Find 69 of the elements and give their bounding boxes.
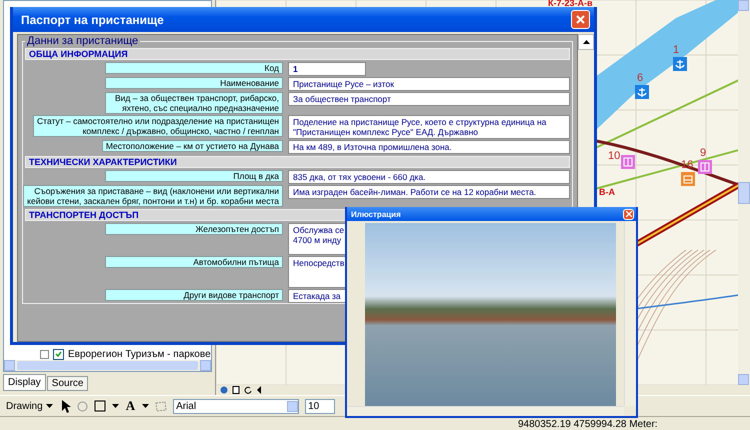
window-title: Илюстрация (351, 210, 401, 218)
anchor-icon (675, 58, 685, 70)
marker-number: 16 (681, 159, 694, 171)
caret-icon (46, 404, 53, 408)
page-icon[interactable] (232, 386, 240, 394)
tab[interactable]: Display (3, 374, 46, 391)
field-label: Други видове транспорт (105, 289, 283, 301)
left-arrow-icon[interactable] (256, 386, 262, 394)
close-button[interactable] (623, 208, 634, 220)
marker-number: 9 (700, 147, 706, 159)
caret-icon[interactable] (112, 404, 119, 408)
pointer-icon[interactable] (60, 400, 71, 412)
layer-checkbox[interactable] (53, 349, 64, 360)
map-marker[interactable] (621, 155, 635, 169)
field-value[interactable]: На км 489, в Източна промишлена зона. (288, 140, 570, 154)
building-icon (700, 162, 710, 172)
text-tool-button[interactable]: A (124, 398, 136, 414)
section-header: ТЕХНИЧЕСКИ ХАРАКТЕРИСТИКИ (25, 156, 570, 168)
vertical-scrollbar[interactable] (738, 0, 750, 385)
marker-number: 6 (637, 72, 644, 84)
map-sheet-label: В-А (599, 188, 615, 196)
marker-number: 1 (673, 44, 680, 56)
globe-icon[interactable] (220, 386, 228, 394)
close-icon (626, 211, 632, 217)
field-value[interactable]: За обществен транспорт (288, 92, 570, 106)
field-value[interactable]: Пристанище Русе – изток (288, 77, 570, 91)
layer-name[interactable]: Еврорегион Туризъм - паркове (68, 349, 211, 360)
building-icon (623, 157, 633, 167)
refresh-icon[interactable] (244, 386, 252, 394)
map-marker[interactable] (698, 160, 712, 174)
edit-vertices-icon[interactable] (155, 400, 168, 412)
up-arrow-icon[interactable] (582, 40, 590, 44)
drawing-menu[interactable]: Drawing (4, 400, 55, 412)
map-marker[interactable] (635, 85, 649, 99)
horizontal-scrollbar[interactable] (4, 360, 211, 371)
field-value[interactable]: 1 (288, 62, 366, 76)
field-label: Наименование (105, 77, 283, 89)
field-value[interactable]: 835 дка, от тях усвоени - 660 дка. (288, 170, 570, 184)
field-label: Вид – за обществен транспорт, рибарско, яхтено, със специално предназначение (105, 92, 283, 114)
close-button[interactable] (571, 10, 590, 29)
font-select[interactable]: Arial (173, 398, 300, 414)
rectangle-icon[interactable] (94, 400, 106, 412)
group-title: Данни за пристанище (26, 35, 140, 47)
field-label: Площ в дка (105, 170, 283, 182)
field-label: Автомобилни пътища (105, 256, 283, 268)
marker-number: 10 (608, 150, 620, 162)
map-marker[interactable] (673, 57, 687, 71)
field-value[interactable]: Има изграден басейн-лиман. Работи се на 12 корабни места. (288, 185, 570, 199)
coordinates-readout: 9480352.19 4759994.28 Meter: (518, 419, 658, 430)
factory-icon (683, 174, 693, 184)
field-label: Статут – самостоятелно или подразделение на пристанищен комплекс / държавно, общинско, частно / генплан (33, 115, 283, 137)
rotate-icon[interactable] (76, 400, 88, 412)
field-value[interactable]: Поделение на пристанище Русе, което е структурна единица на "Пристанищен комплекс Русе" ЕАД. Държавно (288, 115, 570, 139)
window-title: Паспорт на пристанище (21, 12, 164, 26)
close-icon (576, 15, 585, 24)
field-label: Код (105, 62, 283, 74)
section-header: ОБЩА ИНФОРМАЦИЯ (25, 48, 570, 60)
field-label: Местоположение – км от устието на Дунава (102, 140, 283, 152)
expand-icon[interactable] (40, 350, 49, 359)
caret-icon[interactable] (142, 404, 150, 408)
anchor-icon (637, 86, 647, 98)
tab[interactable]: Source (46, 376, 88, 391)
vertical-scrollbar[interactable] (624, 221, 636, 406)
field-label: Съоръжения за приставане – вид (наклонени или вертикални кейови стени, заскален бряг, понтони и т.н) и бр. корабни места (23, 185, 283, 207)
horizontal-scrollbar[interactable] (347, 406, 624, 416)
map-sheet-label: К-7-23-А-в (548, 0, 593, 7)
map-marker[interactable] (681, 172, 695, 186)
field-label: Железопътен достъп (105, 223, 283, 235)
font-size-select[interactable]: 10 (305, 398, 336, 414)
